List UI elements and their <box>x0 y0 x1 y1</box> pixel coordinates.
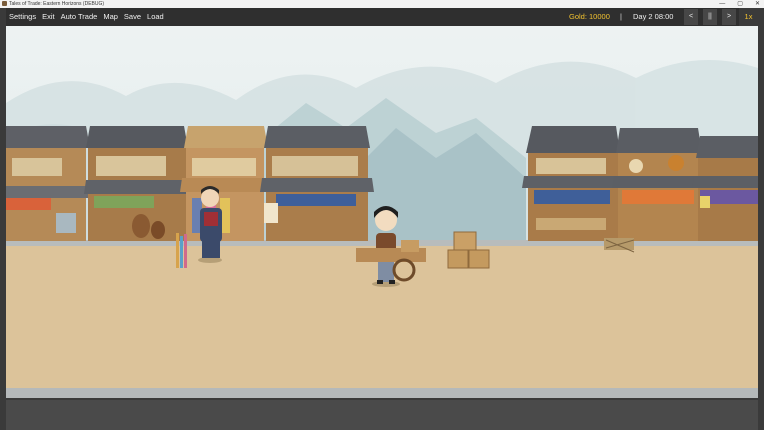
top-hud-bar: Settings Exit Auto Trade Map Save Load G… <box>6 8 758 26</box>
settings-button[interactable]: Settings <box>6 8 39 26</box>
scene-illustration <box>6 8 758 398</box>
window-titlebar: Tales of Trade: Eastern Horizons (DEBUG)… <box>0 0 764 8</box>
load-button[interactable]: Load <box>144 8 167 26</box>
previous-button[interactable]: < <box>684 9 698 25</box>
map-button[interactable]: Map <box>100 8 121 26</box>
app-icon <box>2 1 7 6</box>
bottom-curb <box>6 388 758 398</box>
left-shops <box>6 126 374 241</box>
game-scene[interactable] <box>6 8 758 398</box>
pause-button[interactable]: || <box>703 9 717 25</box>
right-shops <box>522 126 758 241</box>
gold-counter: Gold: 10000 <box>569 12 610 21</box>
window-buttons: — ▢ ✕ <box>719 0 760 8</box>
status-separator: | <box>620 12 622 21</box>
save-button[interactable]: Save <box>121 8 144 26</box>
window-title: Tales of Trade: Eastern Horizons (DEBUG) <box>9 1 105 7</box>
minimize-icon[interactable]: — <box>719 0 725 8</box>
firewood-bundle <box>604 238 635 253</box>
exit-button[interactable]: Exit <box>39 8 58 26</box>
day-time-display: Day 2 08:00 <box>633 12 674 21</box>
auto-trade-button[interactable]: Auto Trade <box>58 8 101 26</box>
maximize-icon[interactable]: ▢ <box>737 0 743 8</box>
close-icon[interactable]: ✕ <box>755 0 760 8</box>
main-menu: Settings Exit Auto Trade Map Save Load <box>6 8 167 26</box>
speed-indicator[interactable]: 1x <box>739 8 758 26</box>
next-button[interactable]: > <box>722 9 736 25</box>
bottom-panel <box>6 400 758 430</box>
